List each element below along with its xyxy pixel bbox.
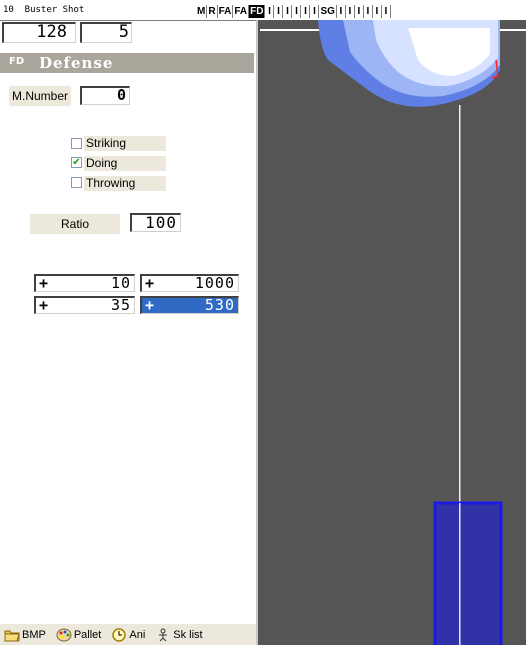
mode-toolbar: M R FA FA FD I I I I I I SG I I I I I I (196, 5, 391, 19)
m-number-label: M.Number (9, 86, 71, 106)
pallet-label: Pallet (73, 628, 102, 641)
bmp-button[interactable]: BMP (4, 628, 46, 642)
defense-hitbox[interactable] (433, 501, 503, 645)
offset-value: 530 (204, 296, 235, 314)
frame-count-field[interactable]: 5 (80, 22, 132, 43)
m-number-field[interactable]: 0 (80, 86, 130, 105)
bmp-label: BMP (22, 628, 46, 641)
pallet-button[interactable]: Pallet (56, 628, 102, 642)
toolbar-button-m[interactable]: M (196, 5, 208, 18)
toolbar-button-i[interactable]: I (283, 5, 293, 18)
axis-line (459, 503, 461, 645)
skeleton-icon (159, 628, 168, 641)
section-header: FD Defense (0, 53, 254, 73)
bottom-toolbar: BMP Pallet Ani Sk list (0, 624, 256, 645)
sprite-canvas[interactable] (256, 20, 526, 645)
sprite-title: 10 Buster Shot (3, 5, 85, 15)
top-bar: 10 Buster Shot M R FA FA FD I I I I I I … (0, 0, 526, 21)
offset-x2-field[interactable]: + 35 (34, 296, 135, 314)
offset-value: 1000 (194, 274, 235, 292)
buster-shot-sprite (318, 20, 500, 107)
fd-icon: FD (9, 56, 25, 67)
offset-value: 10 (110, 274, 131, 292)
doing-label: Doing (84, 156, 166, 171)
sk-list-label: Sk list (173, 628, 203, 641)
toolbar-button-i[interactable]: I (292, 5, 302, 18)
toolbar-button-i[interactable]: I (301, 5, 311, 18)
offset-value: 35 (110, 296, 131, 314)
toolbar-button-i[interactable]: I (310, 5, 320, 18)
toolbar-button-i[interactable]: I (372, 5, 382, 18)
toolbar-button-i[interactable]: I (274, 5, 284, 18)
doing-checkbox[interactable]: ✔ (71, 157, 82, 168)
toolbar-button-fa-2[interactable]: FA (233, 5, 250, 18)
folder-icon (4, 630, 20, 641)
toolbar-button-i[interactable]: I (265, 5, 275, 18)
sk-list-button[interactable]: Sk list (155, 628, 203, 642)
offset-x1-field[interactable]: + 10 (34, 274, 135, 292)
offset-y2-field[interactable]: + 530 (140, 296, 239, 314)
toolbar-button-sg[interactable]: SG (319, 5, 337, 18)
toolbar-button-fa[interactable]: FA (217, 5, 234, 18)
striking-checkbox[interactable] (71, 138, 82, 149)
section-title: Defense (39, 54, 114, 72)
toolbar-button-i[interactable]: I (345, 5, 355, 18)
toolbar-button-i[interactable]: I (381, 5, 391, 18)
toolbar-button-i[interactable]: I (363, 5, 373, 18)
throwing-checkbox[interactable] (71, 177, 82, 188)
plus-sign: + (145, 296, 155, 314)
clock-icon (112, 627, 127, 642)
toolbar-button-i[interactable]: I (336, 5, 346, 18)
ratio-field[interactable]: 100 (130, 213, 181, 232)
ani-label: Ani (129, 628, 146, 641)
frame-number-field[interactable]: 128 (2, 22, 76, 43)
plus-sign: + (39, 274, 49, 292)
ani-button[interactable]: Ani (111, 627, 146, 642)
canvas-drawing (260, 20, 526, 645)
ratio-label: Ratio (30, 214, 120, 234)
toolbar-button-i[interactable]: I (354, 5, 364, 18)
offset-y1-field[interactable]: + 1000 (140, 274, 239, 292)
palette-icon (56, 628, 72, 641)
toolbar-button-fd[interactable]: FD (249, 5, 266, 18)
throwing-label: Throwing (84, 176, 166, 191)
toolbar-button-r[interactable]: R (207, 5, 218, 18)
plus-sign: + (145, 274, 155, 292)
plus-sign: + (39, 296, 49, 314)
striking-label: Striking (84, 136, 166, 151)
